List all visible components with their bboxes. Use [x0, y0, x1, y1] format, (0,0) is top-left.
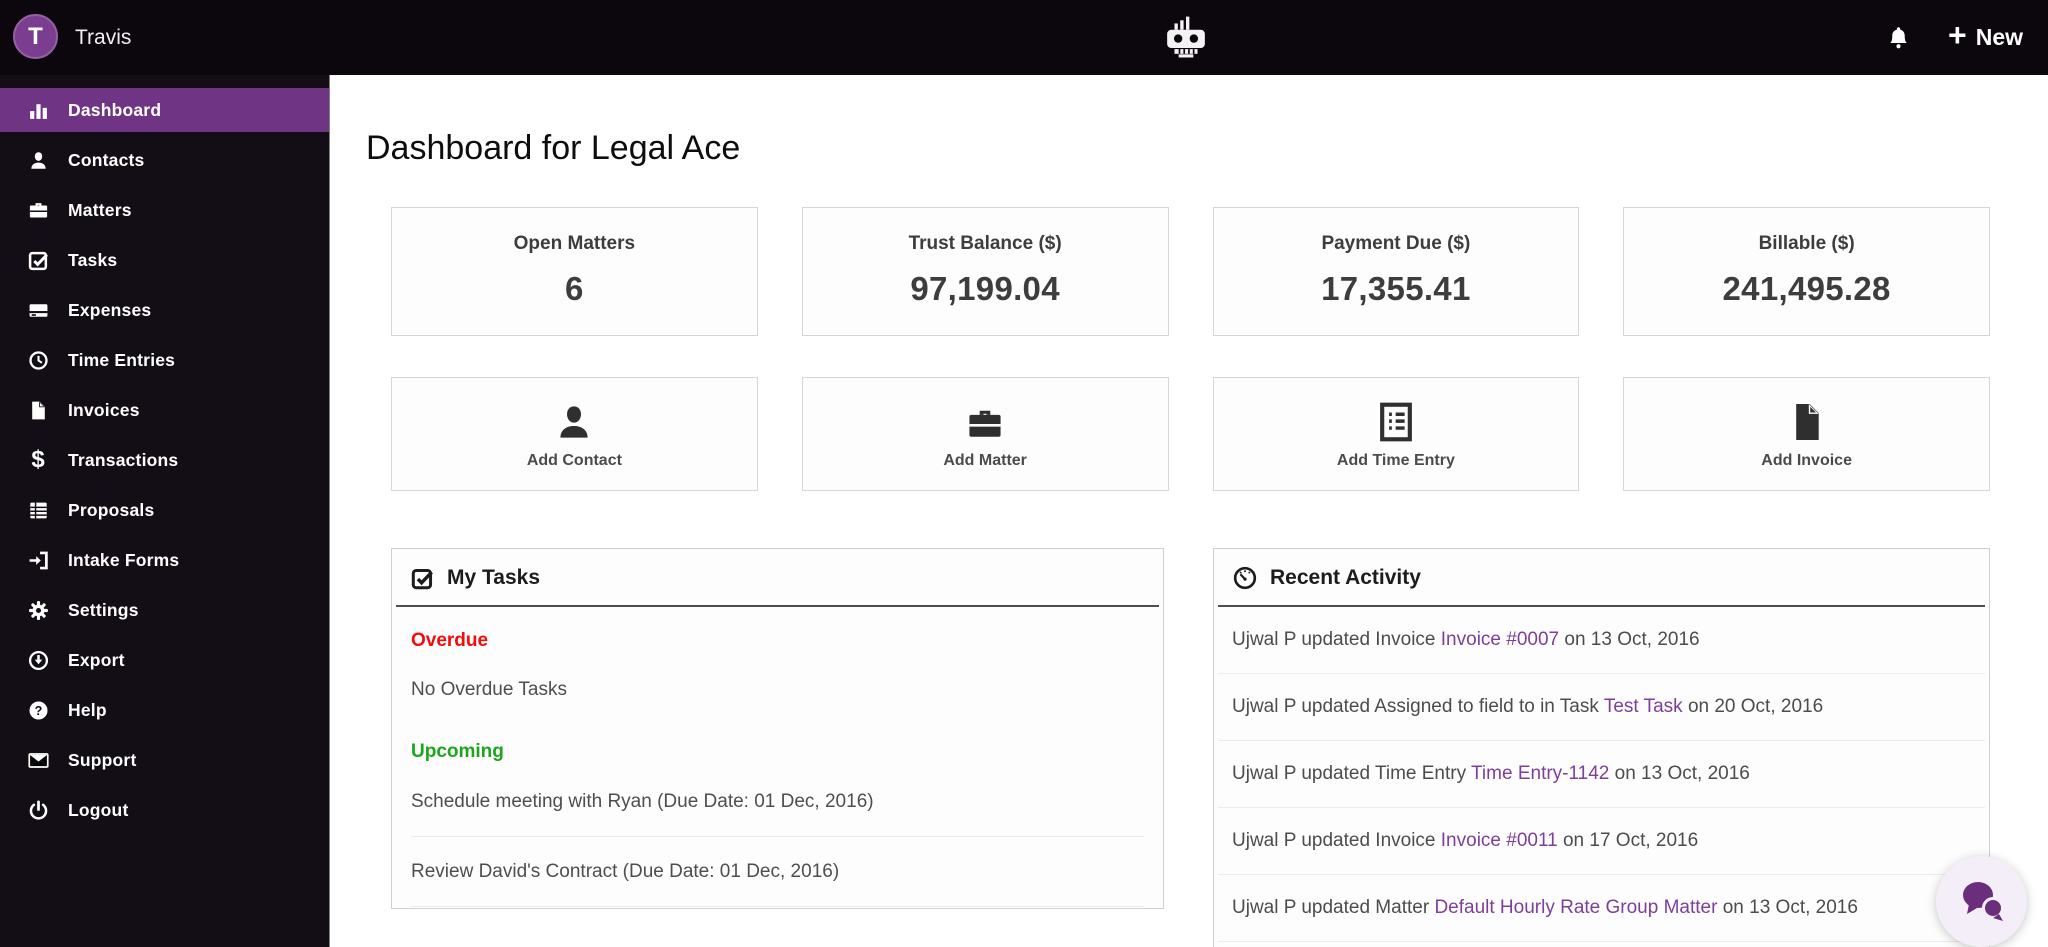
sidebar-item-contacts[interactable]: Contacts — [0, 138, 329, 182]
sidebar-item-proposals[interactable]: Proposals — [0, 488, 329, 532]
sidebar-item-intake-forms[interactable]: Intake Forms — [0, 538, 329, 582]
robot-chatbot-icon[interactable] — [1164, 13, 1208, 59]
panel-title: Recent Activity — [1270, 566, 1421, 589]
activity-row: Ujwal P updated Time Entry Time Entry-11… — [1218, 741, 1985, 808]
sidebar-item-export[interactable]: Export — [0, 638, 329, 682]
stat-value: 97,199.04 — [910, 270, 1060, 307]
stat-label: Payment Due ($) — [1321, 233, 1471, 254]
upcoming-section-label: Upcoming — [411, 741, 504, 762]
chat-widget-button[interactable] — [1936, 856, 2027, 947]
sign-in-icon — [25, 548, 51, 572]
briefcase-icon — [966, 399, 1004, 443]
stat-label: Billable ($) — [1758, 233, 1855, 254]
sidebar: Dashboard Contacts Matters Tasks Expense… — [0, 75, 329, 947]
add-invoice-button[interactable]: Add Invoice — [1623, 377, 1990, 491]
stat-card-payment-due[interactable]: Payment Due ($) 17,355.41 — [1212, 207, 1580, 336]
stat-value: 241,495.28 — [1722, 270, 1891, 307]
sidebar-item-support[interactable]: Support — [0, 738, 329, 782]
question-circle-icon: ? — [25, 698, 51, 722]
table-list-icon — [25, 498, 51, 522]
notifications-bell-icon[interactable] — [1886, 24, 1912, 52]
chat-bubbles-icon — [1957, 878, 2007, 926]
sidebar-item-time-entries[interactable]: Time Entries — [0, 338, 329, 382]
my-tasks-panel: My Tasks Overdue No Overdue Tasks Upcomi… — [391, 548, 1164, 909]
credit-card-icon — [25, 298, 51, 322]
avatar-initial: T — [28, 22, 43, 50]
svg-text:?: ? — [34, 703, 42, 717]
task-row[interactable]: Review David's Contract (Due Date: 01 De… — [411, 837, 1144, 907]
page-title: Dashboard for Legal Ace — [366, 129, 741, 167]
panel-title: My Tasks — [447, 566, 540, 589]
file-icon — [1789, 399, 1825, 443]
sidebar-item-dashboard[interactable]: Dashboard — [0, 88, 329, 132]
task-row[interactable]: Schedule meeting with Ryan (Due Date: 01… — [411, 767, 1144, 837]
add-contact-button[interactable]: Add Contact — [391, 377, 758, 491]
person-icon — [25, 148, 51, 172]
new-button-label: New — [1975, 23, 2023, 50]
plus-icon: + — [1948, 17, 1967, 54]
gear-icon — [25, 598, 51, 622]
activity-link[interactable]: Invoice #0007 — [1441, 629, 1559, 650]
upcoming-task-list: Schedule meeting with Ryan (Due Date: 01… — [411, 767, 1144, 907]
activity-link[interactable]: Time Entry-1142 — [1471, 763, 1609, 784]
activity-list: Ujwal P updated Invoice Invoice #0007 on… — [1214, 607, 1989, 942]
panels-row: My Tasks Overdue No Overdue Tasks Upcomi… — [391, 548, 1990, 947]
check-square-icon — [411, 567, 434, 590]
stat-card-open-matters[interactable]: Open Matters 6 — [391, 207, 758, 336]
clipboard-list-icon — [1377, 399, 1415, 443]
activity-row: Ujwal P updated Matter Default Hourly Ra… — [1218, 875, 1985, 942]
activity-row: Ujwal P updated Assigned to field to in … — [1218, 674, 1985, 741]
activity-link[interactable]: Invoice #0011 — [1441, 830, 1558, 851]
sidebar-item-expenses[interactable]: Expenses — [0, 288, 329, 332]
recent-activity-header: Recent Activity — [1218, 549, 1985, 607]
topbar: T Travis + New — [0, 0, 2048, 75]
stat-value: 17,355.41 — [1321, 270, 1471, 307]
sidebar-item-logout[interactable]: Logout — [0, 788, 329, 832]
sidebar-item-matters[interactable]: Matters — [0, 188, 329, 232]
sidebar-item-help[interactable]: ? Help — [0, 688, 329, 732]
overdue-section-label: Overdue — [411, 630, 489, 651]
activity-row: Ujwal P updated Invoice Invoice #0011 on… — [1218, 808, 1985, 875]
my-tasks-body: Overdue No Overdue Tasks Upcoming Schedu… — [392, 630, 1163, 907]
file-icon — [25, 398, 51, 422]
user-avatar[interactable]: T — [13, 14, 58, 59]
quick-actions-row: Add Contact Add Matter Add Time Entry Ad… — [391, 377, 1990, 491]
sidebar-item-invoices[interactable]: Invoices — [0, 388, 329, 432]
stat-value: 6 — [565, 270, 584, 307]
sidebar-item-transactions[interactable]: $ Transactions — [0, 438, 329, 482]
stats-row: Open Matters 6 Trust Balance ($) 97,199.… — [391, 207, 1990, 336]
user-name: Travis — [75, 25, 132, 49]
topbar-actions: + New — [1886, 0, 2023, 75]
power-icon — [25, 798, 51, 822]
download-circle-icon — [25, 648, 51, 672]
clock-icon — [25, 348, 51, 372]
check-square-icon — [25, 248, 51, 272]
briefcase-icon — [25, 198, 51, 222]
sidebar-item-settings[interactable]: Settings — [0, 588, 329, 632]
dollar-icon: $ — [31, 446, 45, 473]
stat-card-billable[interactable]: Billable ($) 241,495.28 — [1623, 207, 1990, 336]
activity-row: Ujwal P updated Invoice Invoice #0007 on… — [1218, 607, 1985, 674]
sidebar-item-tasks[interactable]: Tasks — [0, 238, 329, 282]
envelope-icon — [25, 748, 51, 772]
recent-activity-panel: Recent Activity Ujwal P updated Invoice … — [1213, 548, 1990, 947]
add-time-entry-button[interactable]: Add Time Entry — [1212, 377, 1580, 491]
stat-card-trust-balance[interactable]: Trust Balance ($) 97,199.04 — [801, 207, 1169, 336]
stat-label: Trust Balance ($) — [908, 233, 1062, 254]
bar-chart-icon — [25, 98, 51, 122]
my-tasks-header: My Tasks — [396, 549, 1159, 607]
stat-label: Open Matters — [513, 233, 636, 254]
add-matter-button[interactable]: Add Matter — [801, 377, 1169, 491]
activity-link[interactable]: Test Task — [1604, 696, 1683, 717]
no-overdue-tasks-text: No Overdue Tasks — [411, 679, 567, 700]
person-icon — [554, 399, 594, 443]
gauge-icon — [1233, 566, 1257, 590]
main-content: Dashboard for Legal Ace Open Matters 6 T… — [329, 75, 2048, 947]
sidebar-nav: Dashboard Contacts Matters Tasks Expense… — [0, 88, 329, 832]
activity-link[interactable]: Default Hourly Rate Group Matter — [1434, 897, 1717, 918]
new-button[interactable]: + New — [1948, 17, 2023, 54]
app-window: T Travis + New Dashboard Contacts Matter… — [0, 0, 2048, 947]
